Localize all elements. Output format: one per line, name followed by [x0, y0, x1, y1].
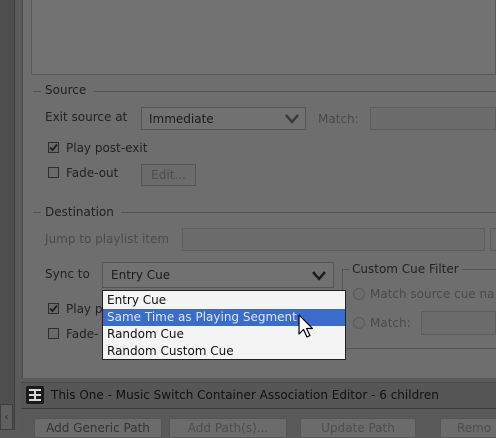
left-edge-strip [0, 0, 15, 430]
dropdown-option-entry-cue[interactable]: Entry Cue [103, 292, 345, 309]
left-edge-tab[interactable]: ‹ [0, 404, 13, 430]
exit-source-select[interactable]: Immediate [141, 107, 306, 130]
chevron-down-icon [285, 114, 299, 124]
remove-path-button[interactable]: Remo [440, 418, 496, 438]
destination-group-line [121, 212, 496, 213]
fade-out-label: Fade-out [66, 166, 119, 180]
custom-cue-filter-box [342, 269, 496, 349]
jump-to-playlist-input[interactable] [182, 228, 485, 251]
jump-to-playlist-label: Jump to playlist item [45, 232, 170, 246]
match-cue-radio[interactable] [353, 317, 365, 329]
match-cue-input[interactable] [421, 311, 496, 335]
add-generic-path-button[interactable]: Add Generic Path [34, 418, 162, 438]
update-path-button[interactable]: Update Path [300, 418, 416, 438]
sync-to-value: Entry Cue [111, 268, 171, 282]
fade-in-checkbox[interactable] [48, 328, 59, 339]
match-input[interactable] [370, 107, 496, 130]
source-group-line [94, 91, 496, 92]
play-post-exit-checkbox[interactable] [48, 142, 59, 153]
exit-source-label: Exit source at [45, 110, 128, 124]
custom-cue-filter-label: Custom Cue Filter [349, 262, 462, 276]
jump-to-playlist-browse[interactable] [490, 228, 496, 251]
destination-group-label: Destination [45, 205, 114, 219]
play-label: Play p [66, 302, 103, 316]
edit-fade-out-button[interactable]: Edit... [141, 164, 196, 186]
transition-list-area[interactable] [31, 0, 496, 75]
chevron-down-icon [312, 271, 326, 281]
fade-in-label: Fade- [66, 327, 99, 341]
music-switch-container-icon [26, 386, 44, 404]
match-source-cue-radio[interactable] [353, 288, 365, 300]
dropdown-option-random-custom-cue[interactable]: Random Custom Cue [103, 343, 345, 360]
mouse-cursor-icon [298, 314, 314, 338]
match-label: Match: [318, 112, 359, 126]
chevron-left-icon: ‹ [4, 411, 9, 423]
editor-title: This One - Music Switch Container Associ… [51, 388, 439, 402]
fade-out-checkbox[interactable] [48, 167, 59, 178]
source-group-label: Source [45, 83, 87, 97]
exit-source-value: Immediate [149, 112, 214, 126]
play-checkbox[interactable] [48, 303, 59, 314]
destination-group-line-left [33, 212, 41, 213]
checkmark-icon [49, 143, 58, 152]
sync-to-label: Sync to [45, 267, 90, 281]
add-paths-button[interactable]: Add Path(s)... [169, 418, 287, 438]
sync-to-select[interactable]: Entry Cue [102, 262, 334, 288]
play-post-exit-label: Play post-exit [66, 141, 148, 155]
music-switch-icon [29, 389, 41, 401]
match-cue-label: Match: [370, 316, 411, 330]
source-group-line-left [33, 91, 41, 92]
match-source-cue-label: Match source cue na [370, 287, 495, 301]
checkmark-icon [49, 304, 58, 313]
